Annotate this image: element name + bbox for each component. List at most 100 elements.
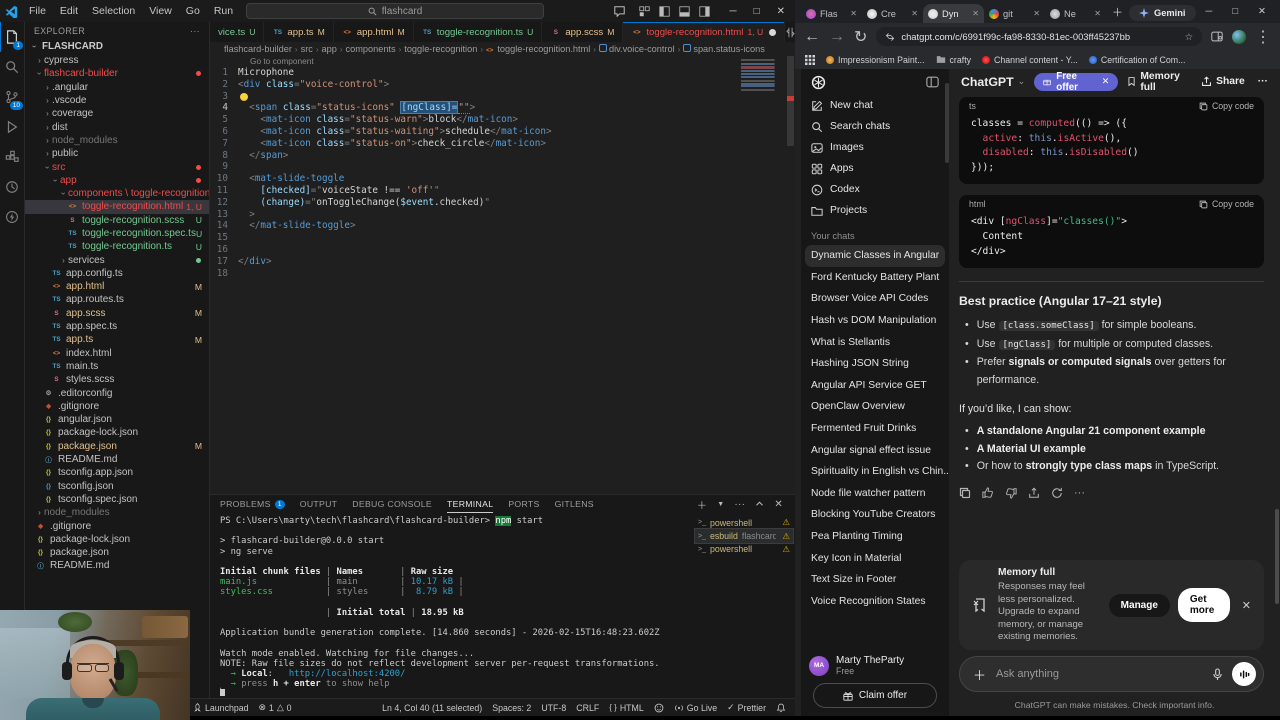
sidebar-codex[interactable]: Codex [801, 179, 949, 200]
menu-item-run[interactable]: Run [207, 5, 240, 17]
minimize-icon[interactable]: ─ [729, 6, 736, 17]
thumbs-down-icon[interactable] [1005, 487, 1017, 499]
close-tab-icon[interactable]: ✕ [1094, 9, 1101, 18]
tree-item-componentstoggle-recognition[interactable]: › components \ toggle-recognition [25, 187, 209, 200]
tree-item-nodemodules[interactable]: › node_modules [25, 134, 209, 147]
minimap[interactable] [741, 59, 783, 93]
manage-button[interactable]: Manage [1108, 593, 1170, 617]
code-editor[interactable]: Go to component 1 Microphone 2 <div class="… [210, 56, 795, 494]
chat-item[interactable]: Fermented Fruit Drinks [801, 418, 949, 440]
sidebar-apps[interactable]: Apps [801, 158, 949, 179]
close-tab-icon[interactable]: ✕ [911, 9, 918, 18]
browser-tab-Cre[interactable]: Cre ✕ [862, 4, 923, 23]
tree-item-.angular[interactable]: › .angular [25, 81, 209, 94]
menu-item-selection[interactable]: Selection [85, 5, 142, 17]
tree-item-toggle-recognition.spec.ts[interactable]: TS toggle-recognition.spec.ts U [25, 227, 209, 240]
browser-menu-icon[interactable]: ⋮ [1255, 27, 1271, 47]
tree-item-.editorconfig[interactable]: ⚙ .editorconfig [25, 386, 209, 399]
breadcrumb-item[interactable]: <> toggle-recognition.html [486, 44, 590, 54]
breadcrumb-item[interactable]: flashcard-builder [224, 44, 292, 54]
bookmark-channel-content-y-[interactable]: Channel content - Y... [982, 55, 1078, 65]
close-tab-icon[interactable]: ✕ [850, 9, 857, 18]
kill-terminal-icon[interactable]: ··· [734, 499, 745, 510]
editor-tab-app.html[interactable]: <> app.html M [333, 22, 414, 42]
panel-tab-terminal[interactable]: TERMINAL [447, 495, 493, 513]
status-item-go-live[interactable]: Go Live [669, 703, 722, 713]
editor-tab-app.scss[interactable]: Sapp.scss M [542, 22, 624, 42]
memory-full-indicator[interactable]: Memory full [1127, 71, 1188, 93]
explorer-more-icon[interactable]: ··· [190, 26, 200, 36]
panel-tab-ports[interactable]: PORTS [508, 495, 539, 513]
tree-item-app.config.ts[interactable]: TS app.config.ts [25, 267, 209, 280]
chat-item[interactable]: Angular signal effect issue [801, 439, 949, 461]
chat-item[interactable]: Ford Kentucky Battery Plant [801, 267, 949, 289]
model-selector[interactable]: ChatGPT ⌄ [961, 75, 1025, 89]
chat-item[interactable]: Voice Recognition States [801, 591, 949, 613]
maximize-icon[interactable]: □ [754, 6, 760, 17]
tree-item-dist[interactable]: › dist [25, 120, 209, 133]
attach-plus-icon[interactable]: ＋ [973, 665, 986, 684]
close-tab-icon[interactable]: ✕ [1033, 9, 1040, 18]
menu-item-edit[interactable]: Edit [53, 5, 85, 17]
side-panel-icon[interactable] [1211, 31, 1223, 42]
breadcrumb-item[interactable]: toggle-recognition [404, 44, 477, 54]
breadcrumb-item[interactable]: div.voice-control [598, 44, 675, 54]
breadcrumb-item[interactable]: src [301, 44, 313, 54]
tree-item-app.spec.ts[interactable]: TS app.spec.ts [25, 320, 209, 333]
chat-item[interactable]: Angular API Service GET [801, 375, 949, 397]
tree-item-package-lock.json[interactable]: {} package-lock.json [25, 426, 209, 439]
reload-icon[interactable]: ↻ [854, 27, 867, 47]
menu-item-go[interactable]: Go [179, 5, 207, 17]
tree-item-toggle-recognition.scss[interactable]: Stoggle-recognition.scss U [25, 214, 209, 227]
chat-item[interactable]: Text Size in Footer [801, 569, 949, 591]
new-tab-icon[interactable]: ＋ [1112, 4, 1123, 20]
collapse-sidebar-icon[interactable] [926, 76, 939, 88]
maximize-icon[interactable]: □ [1232, 6, 1238, 17]
apps-grid-icon[interactable] [805, 54, 815, 65]
more-options-icon[interactable]: ··· [1258, 76, 1268, 87]
testing-icon[interactable] [0, 172, 24, 202]
source-control-icon[interactable]: 10 [0, 82, 24, 112]
close-icon[interactable]: ✕ [777, 6, 785, 17]
share-message-icon[interactable] [1028, 487, 1040, 499]
tree-item-README.md[interactable]: ⓘ README.md [25, 453, 209, 466]
chat-scrollbar[interactable] [1275, 509, 1279, 604]
chat-item[interactable]: Spirituality in English vs Chin... [801, 461, 949, 483]
sidebar-images[interactable]: Images [801, 137, 949, 158]
tree-item-coverage[interactable]: › coverage [25, 107, 209, 120]
sidebar-new-chat[interactable]: New chat [801, 95, 949, 116]
copy-code-button[interactable]: Copy code [1199, 199, 1254, 209]
tree-item-services[interactable]: › services [25, 253, 209, 266]
chat-item[interactable]: OpenClaw Overview [801, 396, 949, 418]
extensions-icon[interactable] [0, 142, 24, 172]
chatgpt-logo-icon[interactable] [811, 75, 826, 90]
status-item-utf-8[interactable]: UTF-8 [536, 703, 571, 713]
chat-item[interactable]: Key Icon in Material [801, 547, 949, 569]
search-icon[interactable] [0, 52, 24, 82]
tree-item-styles.scss[interactable]: Sstyles.scss [25, 373, 209, 386]
copy-code-button[interactable]: Copy code [1199, 101, 1254, 111]
status-item-prettier[interactable]: ✓ Prettier [722, 702, 771, 713]
user-profile[interactable]: MA Marty TheParty Free [809, 655, 904, 676]
back-icon[interactable]: ← [804, 28, 820, 46]
tree-item-toggle-recognition.ts[interactable]: TS toggle-recognition.ts U [25, 240, 209, 253]
lightbulb-icon[interactable] [240, 92, 248, 101]
editor-tab-toggle-recognition.ts[interactable]: TS toggle-recognition.ts U [413, 22, 543, 42]
toggle-secondary-sidebar-icon[interactable] [699, 5, 711, 17]
editor-scrollbar[interactable] [786, 56, 795, 494]
workspace-root[interactable]: › FLASHCARD [25, 39, 209, 54]
get-more-button[interactable]: Get more [1177, 588, 1230, 622]
breadcrumb-item[interactable]: span.status-icons [683, 44, 765, 54]
customize-layout-icon[interactable] [639, 5, 651, 17]
profile-avatar[interactable] [1232, 29, 1246, 44]
voice-mode-button[interactable] [1232, 662, 1256, 686]
explorer-icon[interactable]: 1 [0, 22, 24, 52]
chat-item[interactable]: Pea Planting Timing [801, 526, 949, 548]
panel-tab-problems[interactable]: PROBLEMS 1 [220, 495, 285, 513]
editor-tab-vice.ts[interactable]: vice.ts U [210, 22, 265, 42]
close-icon[interactable]: ✕ [1258, 6, 1266, 17]
dismiss-offer-icon[interactable]: ✕ [1102, 76, 1110, 87]
terminal-instance-powershell[interactable]: >_ powershell ⚠ [695, 516, 793, 529]
sidebar-search-chats[interactable]: Search chats [801, 116, 949, 137]
tree-item-package-lock.json[interactable]: {} package-lock.json [25, 533, 209, 546]
